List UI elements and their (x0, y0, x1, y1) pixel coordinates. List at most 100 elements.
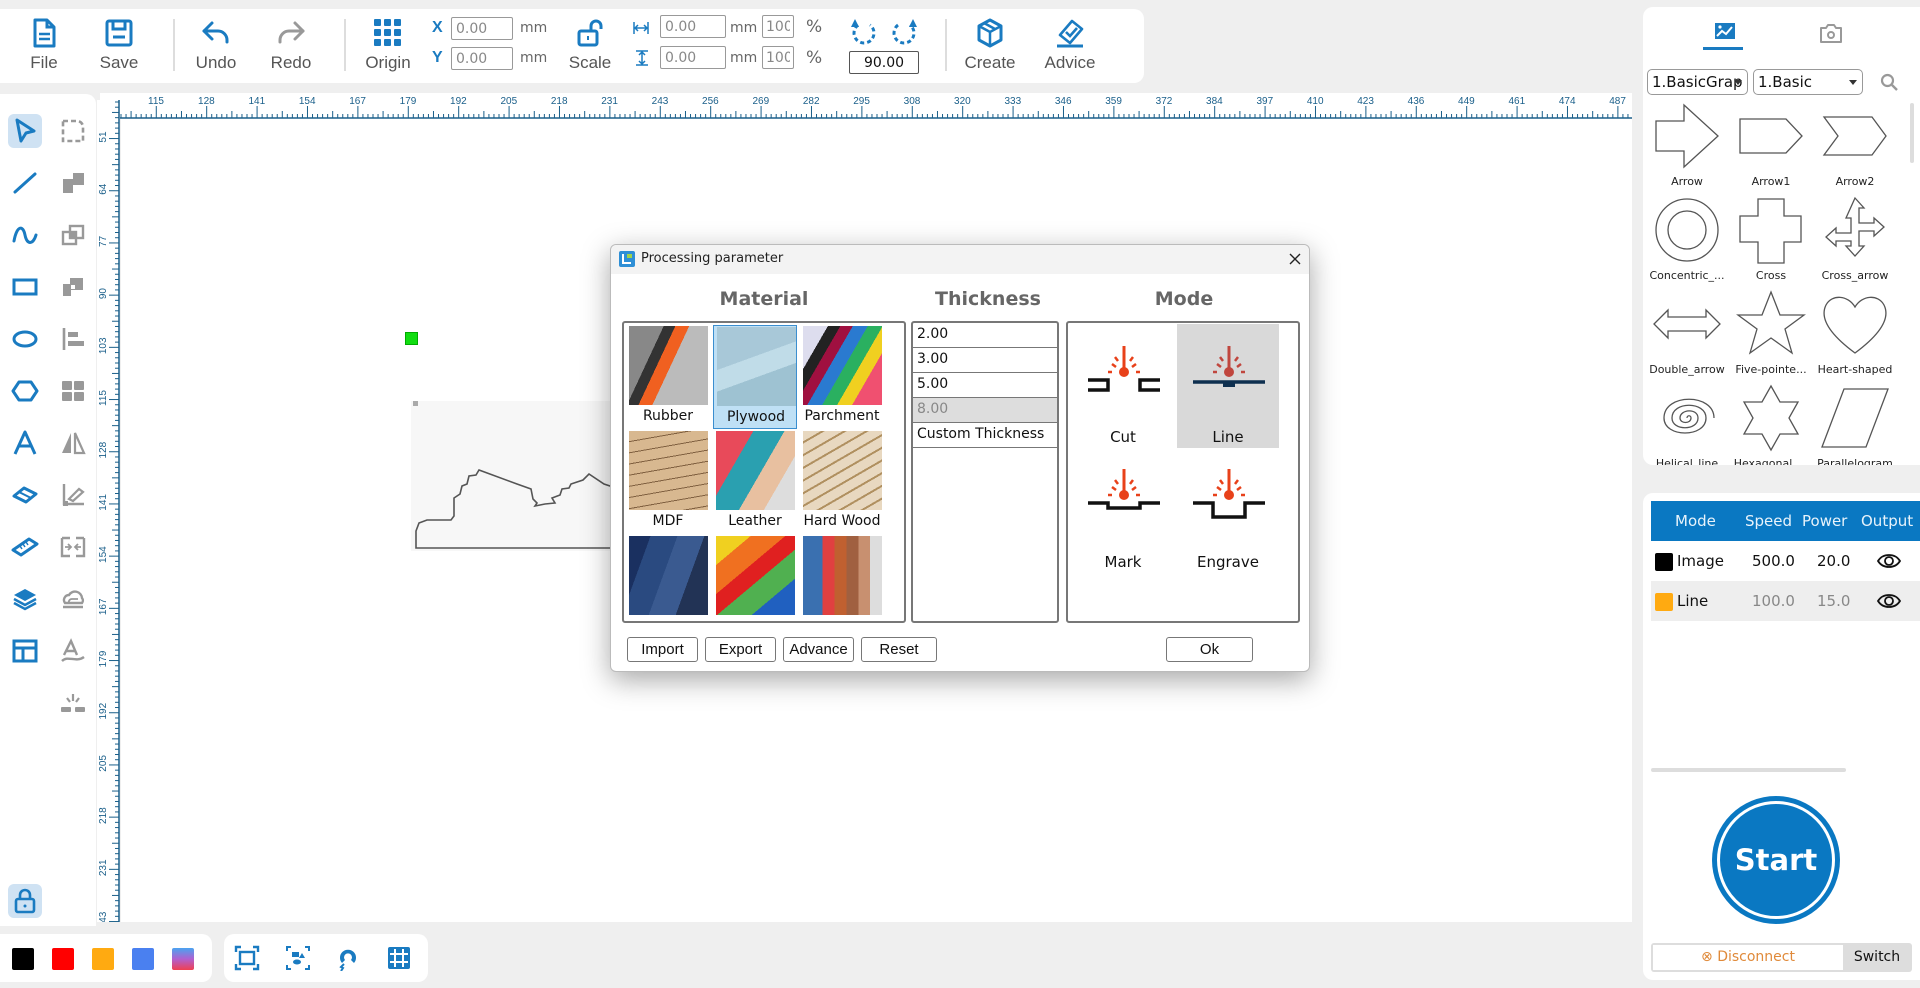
eye-icon[interactable] (1877, 552, 1901, 570)
origin-button[interactable]: Origin (356, 9, 420, 83)
material-item[interactable]: Leather (713, 430, 797, 534)
polygon-tool[interactable] (8, 374, 42, 408)
tab-camera[interactable] (1811, 15, 1851, 51)
x-position-input[interactable] (451, 17, 513, 40)
measure-tool[interactable] (8, 530, 42, 564)
save-button[interactable]: Save (87, 9, 151, 83)
search-icon[interactable] (1880, 73, 1898, 91)
switch-button[interactable]: Switch (1844, 945, 1910, 970)
material-item[interactable] (713, 535, 797, 621)
material-item[interactable]: Parchment (800, 325, 884, 429)
line-tool[interactable] (8, 166, 42, 200)
shape-item[interactable]: Helical_line (1645, 383, 1729, 465)
thickness-option[interactable]: 2.00 (913, 323, 1057, 348)
layer-row[interactable]: Line 100.0 15.0 (1651, 581, 1920, 621)
eraser-tool[interactable] (8, 478, 42, 512)
shape-item[interactable]: Heart-shaped (1813, 289, 1897, 383)
disconnect-button[interactable]: ⊗ Disconnect (1653, 945, 1843, 970)
thickness-option[interactable]: 5.00 (913, 373, 1057, 398)
rotate-ccw-icon[interactable] (850, 17, 878, 47)
height-input[interactable] (660, 46, 726, 69)
ok-button[interactable]: Ok (1166, 637, 1253, 662)
width-percent-input[interactable] (762, 15, 794, 38)
rotation-input[interactable] (849, 51, 919, 74)
undo-button[interactable]: Undo (184, 9, 248, 83)
reset-button[interactable]: Reset (861, 637, 937, 662)
material-item[interactable]: Hard Wood (800, 430, 884, 534)
width-input[interactable] (660, 15, 726, 38)
text-tool[interactable] (8, 426, 42, 460)
magnet-snap-icon[interactable] (336, 945, 362, 971)
shape-list-scrollbar[interactable] (1910, 103, 1914, 163)
rectangle-tool[interactable] (8, 270, 42, 304)
shape-item[interactable]: Arrow2 (1813, 101, 1897, 195)
material-item[interactable] (626, 535, 710, 621)
advice-button[interactable]: Advice (1038, 9, 1102, 83)
shape-item[interactable]: Arrow1 (1729, 101, 1813, 195)
dialog-titlebar[interactable]: Processing parameter (611, 245, 1309, 274)
mirror-tool[interactable] (56, 426, 90, 460)
eye-icon[interactable] (1877, 592, 1901, 610)
material-item[interactable] (800, 535, 884, 621)
scale-lock-button[interactable]: Scale (558, 9, 622, 83)
material-item[interactable]: Rubber (626, 325, 710, 429)
align-tool[interactable] (56, 322, 90, 356)
curve-tool[interactable] (8, 218, 42, 252)
offset-tool[interactable] (56, 582, 90, 616)
subtract-tool[interactable] (56, 270, 90, 304)
text-path-tool[interactable] (56, 634, 90, 668)
y-position-input[interactable] (451, 47, 513, 70)
material-item[interactable]: MDF (626, 430, 710, 534)
mode-line[interactable]: Line (1177, 324, 1279, 448)
category-dropdown[interactable]: 1.BasicGrap (1647, 69, 1748, 95)
rotate-cw-icon[interactable] (890, 17, 918, 47)
shape-item[interactable]: Hexagonal_... (1729, 383, 1813, 465)
laser-position-tool[interactable] (56, 686, 90, 720)
shape-item[interactable]: Double_arrow (1645, 289, 1729, 383)
fit-canvas-icon[interactable] (234, 945, 260, 971)
start-button[interactable]: Start (1712, 796, 1840, 924)
shape-item[interactable]: Cross (1729, 195, 1813, 289)
shape-item[interactable]: Cross_arrow (1813, 195, 1897, 289)
mode-cut[interactable]: Cut (1072, 324, 1174, 448)
subcategory-dropdown[interactable]: 1.Basic (1753, 69, 1863, 95)
color-swatch-red[interactable] (52, 948, 74, 970)
export-button[interactable]: Export (705, 637, 776, 662)
select-tool[interactable] (8, 114, 42, 148)
intersect-tool[interactable] (56, 218, 90, 252)
color-swatch-orange[interactable] (92, 948, 114, 970)
layout-tool[interactable] (8, 634, 42, 668)
advance-button[interactable]: Advance (783, 637, 854, 662)
create-button[interactable]: Create (958, 9, 1022, 83)
group-tool[interactable] (56, 374, 90, 408)
crop-tool[interactable] (56, 114, 90, 148)
shape-item[interactable]: Five-pointe... (1729, 289, 1813, 383)
union-tool[interactable] (56, 166, 90, 200)
edit-node-tool[interactable] (56, 478, 90, 512)
close-icon[interactable] (1289, 253, 1301, 265)
shape-item[interactable]: Arrow (1645, 101, 1729, 195)
ellipse-tool[interactable] (8, 322, 42, 356)
ruler-tick-label: 231 (98, 859, 109, 876)
redo-button[interactable]: Redo (259, 9, 323, 83)
file-button[interactable]: File (12, 9, 76, 83)
tab-graphics[interactable] (1705, 15, 1745, 51)
mode-engrave[interactable]: Engrave (1177, 449, 1279, 573)
thickness-option[interactable]: Custom Thickness (913, 423, 1057, 448)
layers-tool[interactable] (8, 582, 42, 616)
fit-selection-icon[interactable] (285, 945, 311, 971)
layer-row[interactable]: Image 500.0 20.0 (1651, 541, 1920, 581)
color-swatch-gradient[interactable] (172, 948, 194, 970)
height-percent-input[interactable] (762, 46, 794, 69)
compress-tool[interactable] (56, 530, 90, 564)
lock-button[interactable] (8, 884, 42, 918)
shape-item[interactable]: Concentric_... (1645, 195, 1729, 289)
material-item[interactable]: Plywood (713, 325, 797, 429)
grid-icon[interactable] (386, 945, 412, 971)
shape-item[interactable]: Parallelogram (1813, 383, 1897, 465)
color-swatch-blue[interactable] (132, 948, 154, 970)
import-button[interactable]: Import (627, 637, 698, 662)
thickness-option[interactable]: 3.00 (913, 348, 1057, 373)
mode-mark[interactable]: Mark (1072, 449, 1174, 573)
color-swatch-black[interactable] (12, 948, 34, 970)
